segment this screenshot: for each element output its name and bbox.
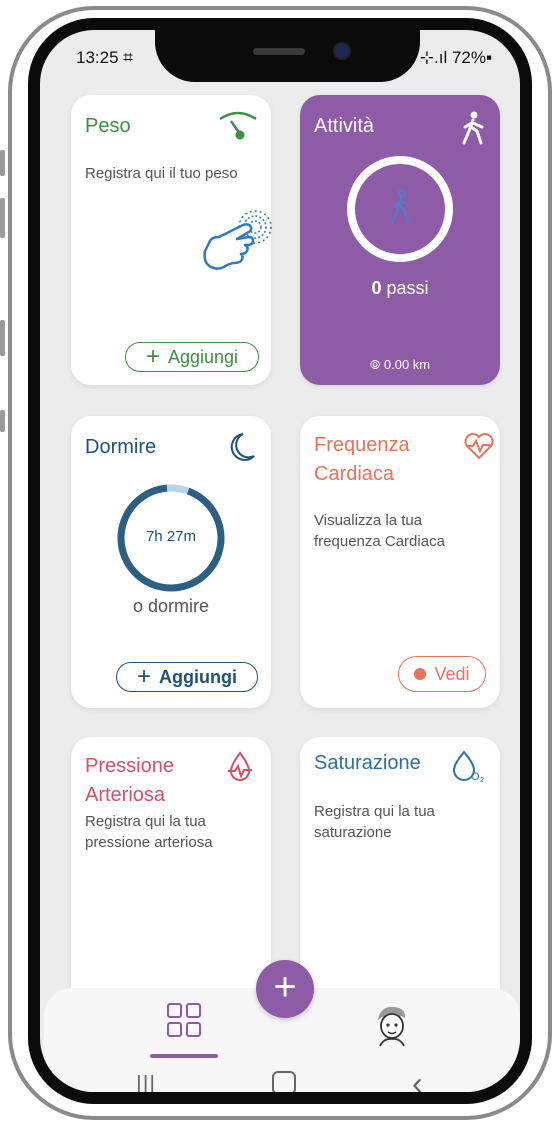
tap-hand-icon bbox=[203, 210, 272, 270]
side-button bbox=[0, 320, 5, 356]
button-label: Aggiungi bbox=[159, 666, 237, 687]
card-description: Visualizza la tua frequenza Cardiaca bbox=[314, 510, 445, 552]
status-battery: ⊹.ıl 72%▪ bbox=[419, 48, 492, 67]
camera-notch bbox=[155, 30, 420, 82]
add-fab-button[interactable]: + bbox=[256, 960, 314, 1018]
walker-icon bbox=[462, 111, 484, 145]
grid-icon[interactable] bbox=[166, 1002, 202, 1038]
button-label: Aggiungi bbox=[167, 346, 239, 367]
card-title: Dormire bbox=[85, 436, 157, 458]
title-line: Frequenza bbox=[314, 434, 410, 456]
distance-value: 0.00 km bbox=[383, 357, 431, 372]
desc-line: frequenza Cardiaca bbox=[314, 533, 445, 550]
button-label: Vedi bbox=[434, 663, 470, 684]
desc-line: saturazione bbox=[314, 824, 392, 841]
heart-pulse-icon bbox=[464, 433, 494, 460]
speaker-grille bbox=[253, 48, 305, 55]
desc-line: pressione arteriosa bbox=[85, 834, 213, 851]
drop-pulse-icon bbox=[228, 751, 252, 781]
card-description: Registra qui la tua saturazione bbox=[314, 801, 435, 843]
side-button bbox=[0, 410, 5, 432]
system-navigation-bar: ||| ‹ bbox=[40, 1065, 520, 1092]
card-title: Saturazione bbox=[314, 752, 421, 774]
side-button bbox=[0, 198, 5, 238]
card-description: Registra qui il tuo peso bbox=[85, 165, 238, 182]
sleep-subtitle: o dormire bbox=[132, 596, 210, 616]
moon-icon bbox=[230, 433, 255, 461]
active-tab-indicator bbox=[150, 1054, 218, 1058]
title-line: Cardiaca bbox=[314, 463, 395, 485]
card-title: Attività bbox=[314, 115, 375, 137]
frequenza-view-button[interactable]: Vedi bbox=[398, 656, 486, 692]
steps-counter: 0 passi bbox=[300, 278, 500, 299]
attivita-card[interactable]: Attività 0 passi ⦾ 0.00 km bbox=[300, 95, 500, 385]
frequenza-card[interactable]: Frequenza Cardiaca Visualizza la tua fre… bbox=[300, 416, 500, 708]
sleep-duration: 7h 27m bbox=[145, 528, 197, 545]
side-button bbox=[0, 150, 5, 176]
dormire-add-button[interactable]: + Aggiungi bbox=[116, 662, 258, 692]
desc-line: Registra qui la tua bbox=[85, 813, 206, 830]
dot-icon bbox=[414, 668, 427, 680]
card-title: Frequenza Cardiaca bbox=[314, 431, 410, 489]
card-description: Registra qui la tua pressione arteriosa bbox=[85, 811, 213, 853]
desc-line: Registra qui la tua bbox=[314, 803, 435, 820]
steps-ring bbox=[347, 156, 453, 262]
card-title: Peso bbox=[85, 115, 131, 137]
peso-card[interactable]: Peso Registra qui il tuo peso + Aggiungi bbox=[71, 95, 272, 385]
profile-avatar-icon[interactable] bbox=[372, 1004, 412, 1048]
status-time: 13:25 ⌗ bbox=[76, 48, 133, 67]
steps-unit: passi bbox=[386, 278, 429, 298]
title-line: Arteriosa bbox=[85, 784, 166, 806]
plus-icon: + bbox=[137, 663, 152, 690]
gauge-icon bbox=[219, 111, 257, 140]
plus-icon: + bbox=[145, 343, 160, 370]
recents-button[interactable]: ||| bbox=[136, 1071, 156, 1092]
front-camera bbox=[335, 44, 349, 58]
steps-value: 0 bbox=[371, 278, 382, 298]
svg-text:O: O bbox=[471, 771, 480, 783]
distance-row: ⦾ 0.00 km bbox=[300, 357, 500, 373]
dormire-card[interactable]: Dormire 7h 27m o dormire + Aggiungi bbox=[71, 416, 271, 708]
peso-add-button[interactable]: + Aggiungi bbox=[125, 342, 259, 372]
oxygen-drop-icon: O 2 bbox=[452, 750, 484, 783]
phone-screen: 13:25 ⌗ ⊹.ıl 72%▪ Peso Registra qui il t… bbox=[28, 18, 532, 1104]
home-button[interactable] bbox=[272, 1071, 296, 1092]
card-title: Pressione Arteriosa bbox=[85, 752, 174, 810]
location-pin-icon: ⦾ bbox=[369, 357, 381, 372]
title-line: Pressione bbox=[85, 755, 174, 777]
desc-line: Visualizza la tua bbox=[314, 512, 423, 529]
back-button[interactable]: ‹ bbox=[412, 1065, 423, 1092]
svg-text:2: 2 bbox=[480, 777, 484, 783]
